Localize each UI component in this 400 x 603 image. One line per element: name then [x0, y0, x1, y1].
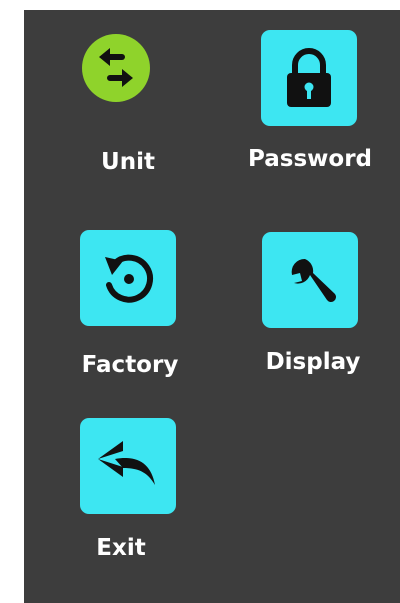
swap-arrows-icon — [99, 48, 133, 87]
unit-button[interactable] — [82, 34, 150, 102]
back-arrow-icon — [98, 441, 155, 485]
factory-label: Factory — [81, 352, 179, 378]
reset-icon — [105, 254, 154, 303]
unit-label: Unit — [101, 149, 155, 175]
display-label: Display — [265, 349, 361, 375]
exit-label: Exit — [96, 535, 146, 561]
factory-button[interactable] — [80, 230, 176, 326]
wrench-icon — [291, 258, 336, 302]
password-label: Password — [248, 146, 372, 172]
display-button[interactable] — [262, 232, 358, 328]
lock-icon — [287, 48, 331, 107]
exit-button[interactable] — [80, 418, 176, 514]
password-button[interactable] — [261, 30, 357, 126]
